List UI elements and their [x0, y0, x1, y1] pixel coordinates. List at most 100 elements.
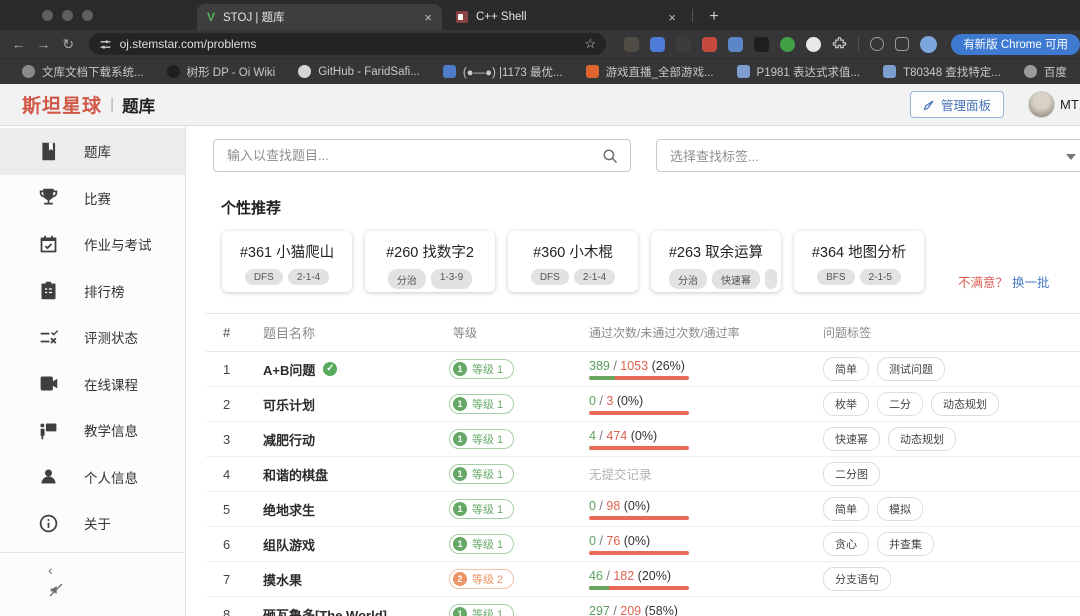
side-panel-icon[interactable] — [895, 37, 909, 51]
close-window-button[interactable] — [42, 10, 53, 21]
sidebar-item-比赛[interactable]: 比赛 — [0, 175, 185, 222]
sidebar-item-关于[interactable]: 关于 — [0, 500, 185, 547]
reload-icon[interactable]: ↻ — [56, 36, 81, 53]
trophy-icon — [38, 187, 59, 208]
refresh-recommendations[interactable]: 不满意？换一批 — [958, 272, 1050, 291]
search-input[interactable] — [214, 140, 630, 171]
extension-icon[interactable] — [676, 37, 691, 52]
forward-icon[interactable]: → — [31, 36, 56, 52]
problem-tag-pill[interactable]: 二分图 — [823, 462, 880, 486]
problem-name-text[interactable]: 组队游戏 — [263, 535, 315, 554]
bookmark-item[interactable]: GitHub - FaridSafi... — [298, 65, 420, 78]
extension-icon[interactable] — [754, 37, 769, 52]
bookmark-item[interactable]: 树形 DP - Oi Wiki — [167, 64, 276, 80]
extension-icon[interactable] — [780, 37, 795, 52]
recommend-card[interactable]: #364 地图分析BFS2-1-5 — [794, 231, 924, 292]
recommend-card[interactable]: #360 小木棍DFS2-1-4 — [508, 231, 638, 292]
extension-icon[interactable] — [728, 37, 743, 52]
recommend-cards: #361 小猫爬山DFS2-1-4#260 找数字2分治1-3-9#360 小木… — [222, 231, 1080, 292]
recommend-card[interactable]: #361 小猫爬山DFS2-1-4 — [222, 231, 352, 292]
minimize-window-button[interactable] — [62, 10, 73, 21]
problem-name-text[interactable]: 减肥行动 — [263, 430, 315, 449]
back-icon[interactable]: ← — [6, 36, 31, 52]
problem-name[interactable]: A+B问题✓ — [263, 360, 449, 379]
row-index: 2 — [223, 397, 263, 412]
problem-name-text[interactable]: 砸瓦鲁多[The World] — [263, 605, 387, 616]
bookmark-item[interactable]: (●—●) |1173 最优... — [443, 64, 563, 80]
problem-tag-pill[interactable]: 快速幂 — [823, 427, 880, 451]
tab-cpp-shell[interactable]: C++ Shell × — [446, 4, 686, 30]
sidebar-item-评测状态[interactable]: 评测状态 — [0, 314, 185, 361]
bookmark-item[interactable]: 百度 — [1024, 64, 1067, 80]
bookmark-item[interactable]: T80348 查找特定... — [883, 64, 1001, 80]
admin-panel-button[interactable]: 管理面板 — [910, 91, 1004, 118]
card-tag-pill: DFS — [531, 269, 569, 285]
sidebar-item-教学信息[interactable]: 教学信息 — [0, 407, 185, 454]
recommend-card[interactable]: #263 取余运算分治快速幂 — [651, 231, 781, 292]
collapse-sidebar-icon[interactable]: ‹ — [48, 563, 185, 577]
bookmark-item[interactable]: 文库文档下载系统... — [22, 64, 144, 80]
brand-logo[interactable]: 斯坦星球 — [22, 91, 102, 118]
sidebar-item-label: 排行榜 — [84, 281, 125, 301]
problem-name[interactable]: 和谐的棋盘 — [263, 465, 449, 484]
bookmark-label: 树形 DP - Oi Wiki — [187, 64, 276, 80]
problem-name-text[interactable]: 摸水果 — [263, 570, 302, 589]
sidebar-item-label: 在线课程 — [84, 374, 138, 394]
problem-name[interactable]: 砸瓦鲁多[The World] — [263, 605, 449, 616]
problem-tag-pill[interactable]: 动态规划 — [888, 427, 956, 451]
sidebar-item-题库[interactable]: 题库 — [0, 128, 185, 175]
bookmark-item[interactable]: 游戏直播_全部游戏... — [586, 64, 714, 80]
problem-tag-pill[interactable]: 枚举 — [823, 392, 869, 416]
new-tab-button[interactable]: + — [702, 5, 726, 29]
extensions-puzzle-icon[interactable] — [832, 37, 847, 52]
recommend-card[interactable]: #260 找数字2分治1-3-9 — [365, 231, 495, 292]
problem-name[interactable]: 可乐计划 — [263, 395, 449, 414]
problem-name[interactable]: 绝地求生 — [263, 500, 449, 519]
problem-tag-pill[interactable]: 并查集 — [877, 532, 934, 556]
close-tab-icon[interactable]: × — [668, 10, 676, 25]
problem-tag-pill[interactable]: 二分 — [877, 392, 923, 416]
bookmark-item[interactable]: P1981 表达式求值... — [737, 64, 861, 80]
extension-icon[interactable] — [624, 37, 639, 52]
tab-stoj[interactable]: V STOJ | 题库 × — [197, 4, 442, 30]
problem-tag-pill[interactable]: 测试问题 — [877, 357, 945, 381]
sidebar-item-个人信息[interactable]: 个人信息 — [0, 454, 185, 501]
chevron-down-icon — [1066, 154, 1076, 160]
problem-tag-pill[interactable]: 简单 — [823, 497, 869, 521]
chrome-update-button[interactable]: 有新版 Chrome 可用 — [951, 34, 1080, 55]
problem-tag-pill[interactable]: 模拟 — [877, 497, 923, 521]
problem-name[interactable]: 组队游戏 — [263, 535, 449, 554]
sidebar-item-排行榜[interactable]: 排行榜 — [0, 268, 185, 315]
tag-select[interactable]: 选择查找标签... — [656, 139, 1080, 172]
problem-name-text[interactable]: 和谐的棋盘 — [263, 465, 328, 484]
bookmark-star-icon[interactable]: ☆ — [585, 36, 597, 52]
sidebar-item-在线课程[interactable]: 在线课程 — [0, 361, 185, 408]
extension-icon[interactable] — [806, 37, 821, 52]
sidebar-item-作业与考试[interactable]: 作业与考试 — [0, 221, 185, 268]
site-settings-icon[interactable] — [99, 38, 112, 51]
toolbar-icon[interactable] — [870, 37, 884, 51]
extension-icon[interactable] — [650, 37, 665, 52]
extension-icon[interactable] — [702, 37, 717, 52]
problem-tag-pill[interactable]: 动态规划 — [931, 392, 999, 416]
refresh-link[interactable]: 换一批 — [1012, 276, 1050, 290]
table-row: 8砸瓦鲁多[The World]1等级 1297 / 209 (58%) — [206, 597, 1080, 616]
profile-avatar-icon[interactable] — [920, 36, 937, 53]
pass-rate: (0%) — [617, 394, 643, 408]
problem-name[interactable]: 摸水果 — [263, 570, 449, 589]
problem-name-text[interactable]: A+B问题 — [263, 360, 315, 379]
problem-tag-pill[interactable]: 简单 — [823, 357, 869, 381]
close-tab-icon[interactable]: × — [424, 10, 432, 25]
search-icon[interactable] — [601, 147, 619, 165]
problem-tag-pill[interactable]: 贪心 — [823, 532, 869, 556]
address-bar[interactable]: oj.stemstar.com/problems ☆ — [89, 33, 607, 55]
user-avatar[interactable] — [1028, 91, 1055, 118]
problem-tag-pill[interactable]: 分支语句 — [823, 567, 891, 591]
mute-announcement-icon[interactable] — [48, 582, 64, 598]
bookmarks-bar: 文库文档下载系统... 树形 DP - Oi Wiki GitHub - Farid… — [0, 58, 1080, 84]
problem-name-text[interactable]: 绝地求生 — [263, 500, 315, 519]
problem-name[interactable]: 减肥行动 — [263, 430, 449, 449]
url-text[interactable]: oj.stemstar.com/problems — [120, 37, 577, 51]
zoom-window-button[interactable] — [82, 10, 93, 21]
problem-name-text[interactable]: 可乐计划 — [263, 395, 315, 414]
